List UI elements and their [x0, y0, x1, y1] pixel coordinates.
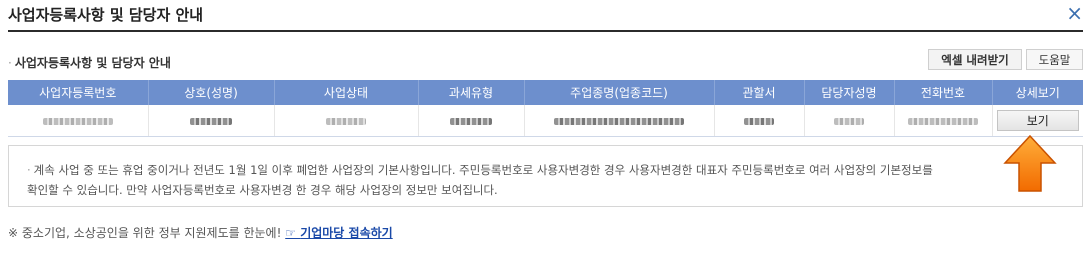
view-button[interactable]: 보기 — [996, 110, 1079, 131]
col-header-name: 상호(성명) — [148, 80, 275, 105]
orange-up-arrow-icon — [1003, 134, 1057, 192]
col-header-status: 사업상태 — [274, 80, 419, 105]
section-heading-label: 사업자등록사항 및 담당자 안내 — [14, 56, 171, 70]
col-header-bizno: 사업자등록번호 — [8, 80, 149, 105]
cell-taxtype-redacted — [418, 105, 525, 137]
cell-office-redacted — [714, 105, 805, 137]
help-button[interactable]: 도움말 — [1026, 49, 1083, 70]
section-heading: · 사업자등록사항 및 담당자 안내 — [8, 54, 171, 71]
cell-detail: 보기 — [992, 105, 1083, 137]
link-hand-icon: ☞ — [285, 226, 296, 240]
cell-manager-redacted — [804, 105, 895, 137]
footer: ※ 중소기업, 소상공인을 위한 정부 지원제도를 한눈에! ☞ 기업마당 접속… — [8, 224, 393, 241]
notice-bullet: · — [27, 163, 31, 177]
cell-industry-redacted — [524, 105, 715, 137]
notice-text: 계속 사업 중 또는 휴업 중이거나 전년도 1월 1일 이후 폐업한 사업장의… — [27, 163, 933, 197]
heading-marker: · — [8, 56, 12, 70]
cell-bizno-redacted — [8, 105, 149, 137]
cell-name-redacted — [148, 105, 275, 137]
notice-box: · 계속 사업 중 또는 휴업 중이거나 전년도 1월 1일 이후 폐업한 사업장… — [8, 145, 1083, 207]
table-row: 보기 — [8, 105, 1083, 137]
excel-download-button[interactable]: 엑셀 내려받기 — [928, 49, 1022, 70]
bizinfo-link[interactable]: ☞ 기업마당 접속하기 — [285, 226, 392, 240]
dialog-title: 사업자등록사항 및 담당자 안내 — [8, 6, 204, 24]
footer-text: ※ 중소기업, 소상공인을 위한 정부 지원제도를 한눈에! — [8, 226, 286, 240]
bizinfo-link-label: 기업마당 접속하기 — [300, 226, 393, 240]
cell-status-redacted — [274, 105, 419, 137]
col-header-phone: 전화번호 — [894, 80, 993, 105]
title-divider — [8, 30, 1083, 32]
col-header-office: 관할서 — [714, 80, 805, 105]
table-header-row: 사업자등록번호 상호(성명) 사업상태 과세유형 주업종명(업종코드) 관할서 … — [8, 80, 1083, 105]
close-icon[interactable]: × — [1066, 0, 1083, 26]
col-header-industry: 주업종명(업종코드) — [524, 80, 715, 105]
business-table: 사업자등록번호 상호(성명) 사업상태 과세유형 주업종명(업종코드) 관할서 … — [8, 80, 1083, 137]
col-header-taxtype: 과세유형 — [418, 80, 525, 105]
cell-phone-redacted — [894, 105, 993, 137]
col-header-detail: 상세보기 — [992, 80, 1083, 105]
col-header-manager: 담당자성명 — [804, 80, 895, 105]
